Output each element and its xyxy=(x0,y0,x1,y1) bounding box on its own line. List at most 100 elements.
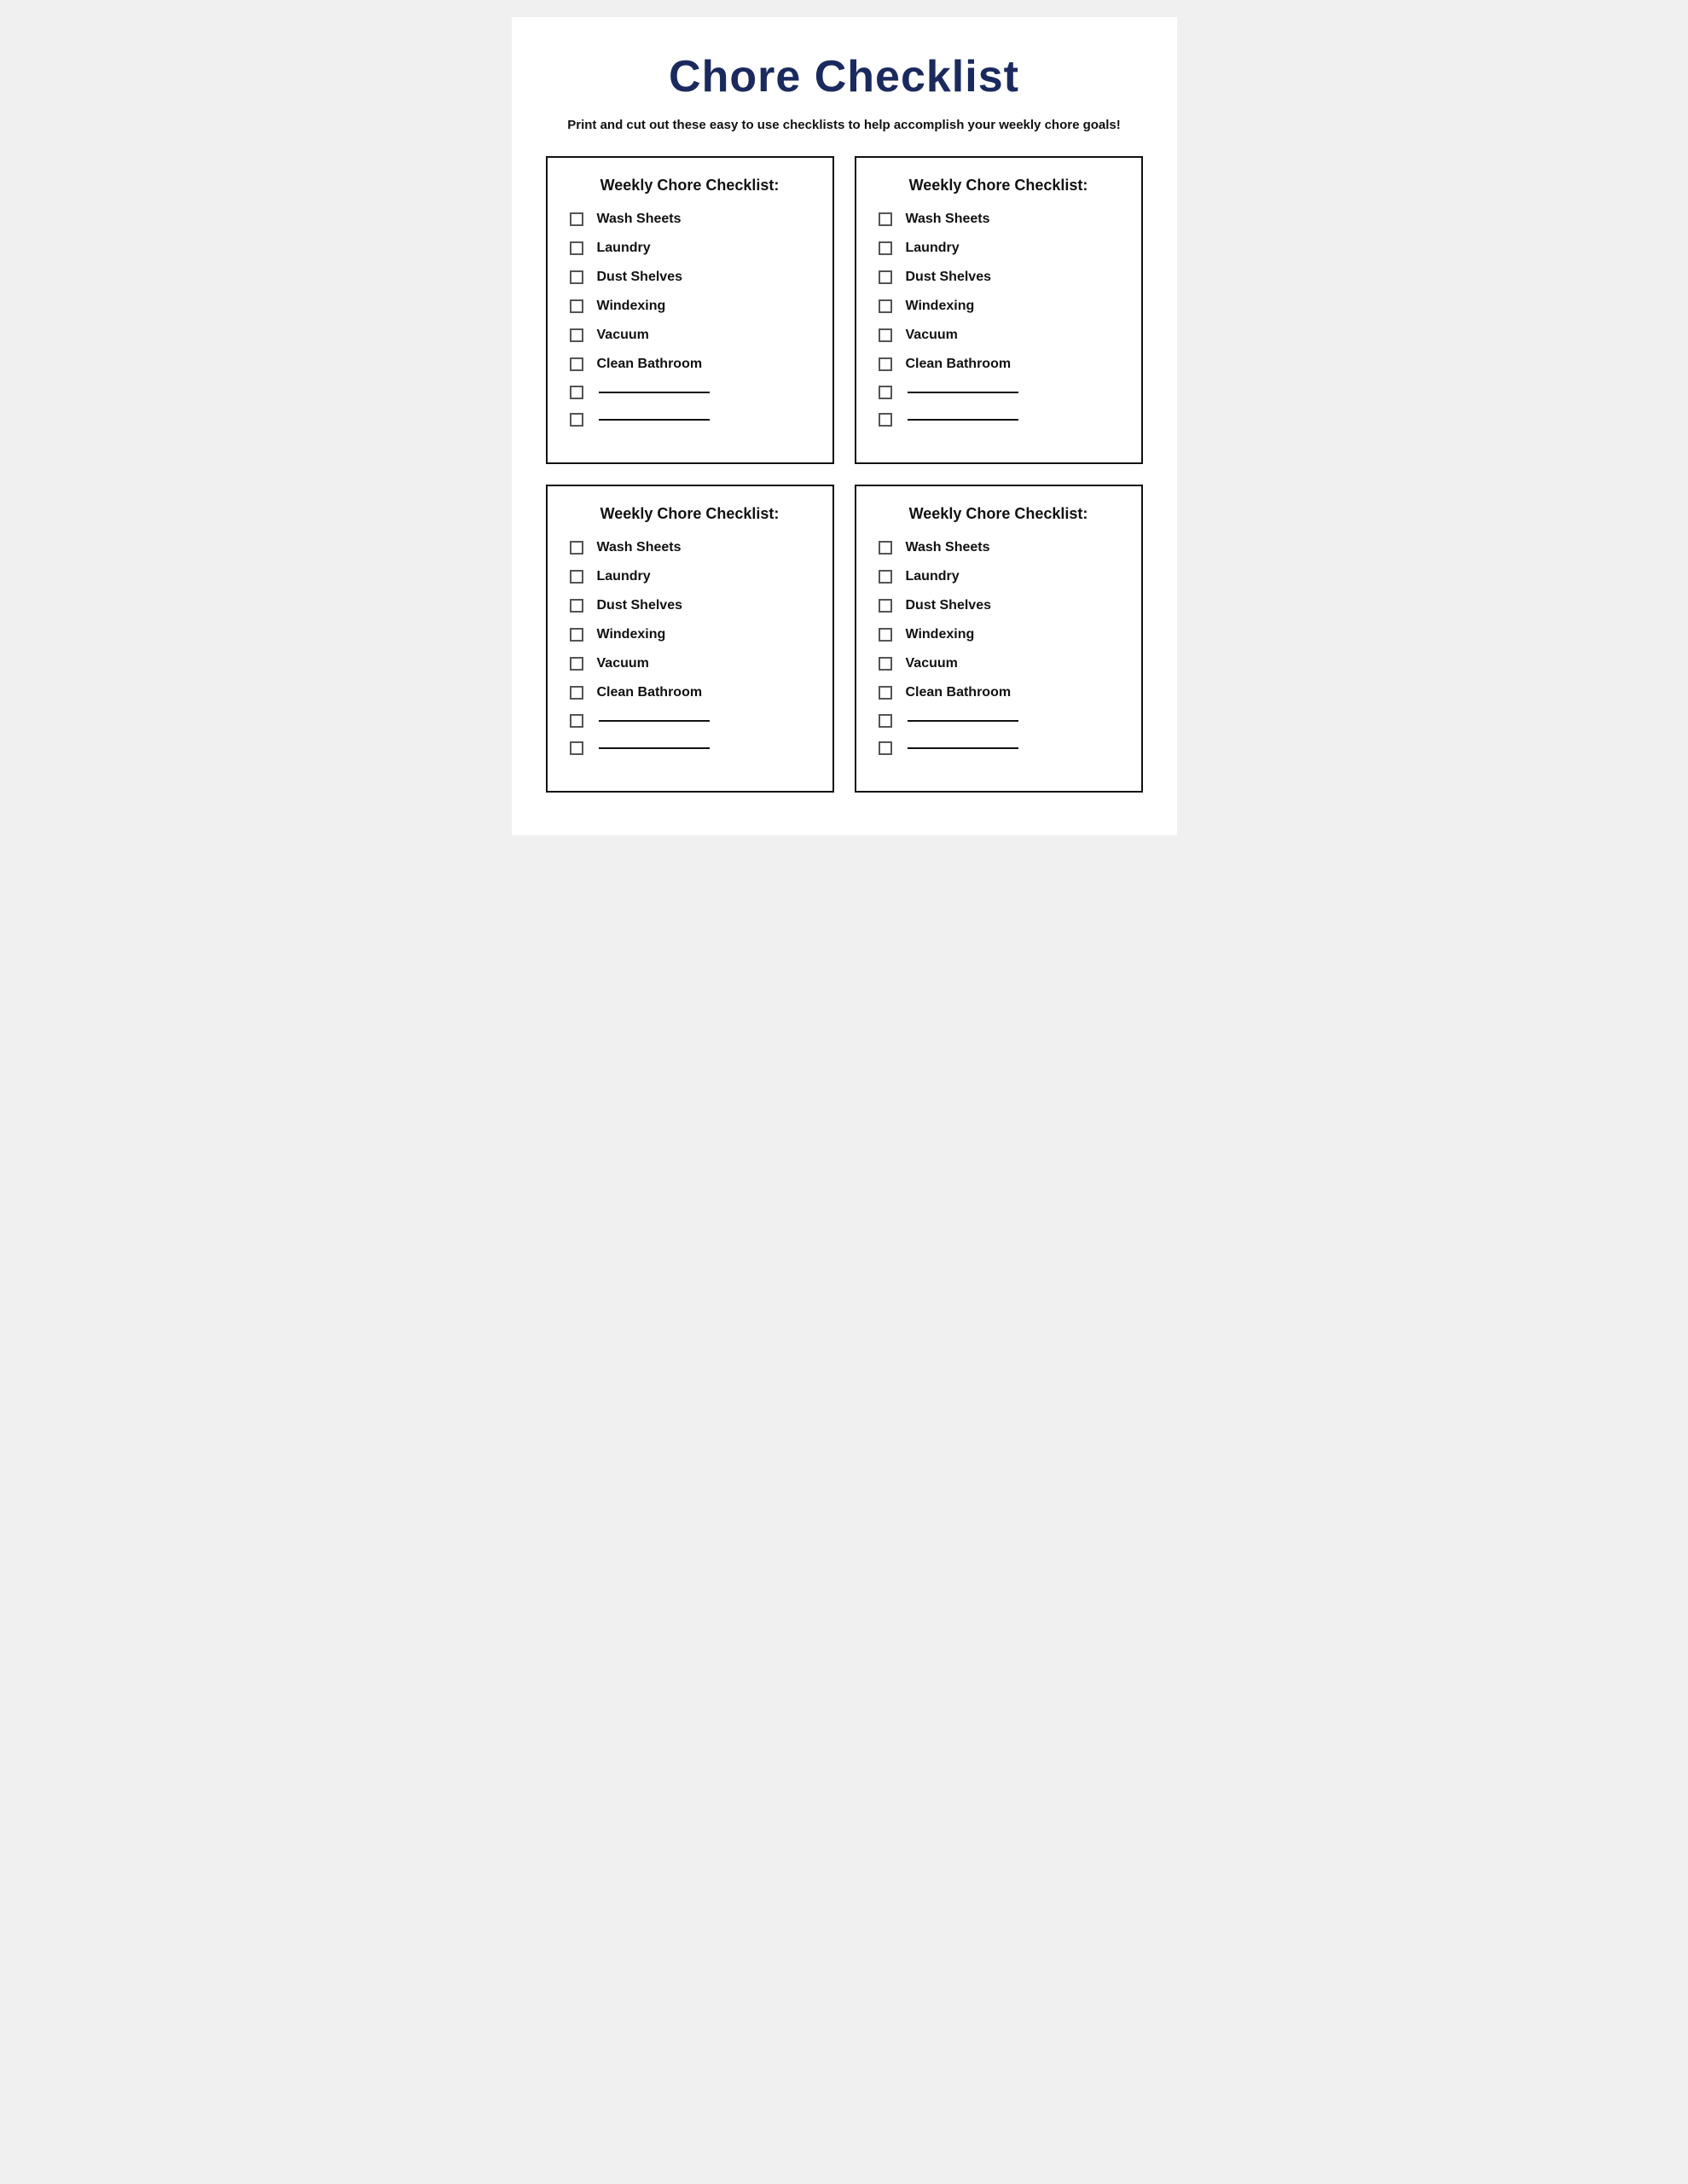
list-item[interactable]: Windexing xyxy=(570,627,810,642)
checkbox[interactable] xyxy=(570,599,583,613)
checkbox[interactable] xyxy=(570,270,583,284)
item-label: Vacuum xyxy=(597,656,649,671)
item-label: Wash Sheets xyxy=(597,540,682,555)
list-item[interactable]: Dust Shelves xyxy=(570,270,810,285)
list-item[interactable]: Dust Shelves xyxy=(879,598,1119,613)
checklist-card-4: Weekly Chore Checklist: Wash Sheets Laun… xyxy=(855,485,1143,793)
checkbox[interactable] xyxy=(570,386,583,399)
list-item[interactable]: Dust Shelves xyxy=(570,598,810,613)
blank-item[interactable] xyxy=(570,741,810,755)
checkbox[interactable] xyxy=(879,686,892,700)
list-item[interactable]: Vacuum xyxy=(879,328,1119,343)
checklist-title-1: Weekly Chore Checklist: xyxy=(570,177,810,195)
checkbox[interactable] xyxy=(570,413,583,427)
checklist-title-3: Weekly Chore Checklist: xyxy=(570,505,810,523)
blank-line xyxy=(599,720,710,722)
checkbox[interactable] xyxy=(570,241,583,255)
list-item[interactable]: Wash Sheets xyxy=(879,212,1119,227)
item-label: Laundry xyxy=(597,241,651,256)
item-label: Windexing xyxy=(906,299,975,314)
checkbox[interactable] xyxy=(570,741,583,755)
checkbox[interactable] xyxy=(879,657,892,671)
checklist-items-3: Wash Sheets Laundry Dust Shelves Windexi… xyxy=(570,540,810,755)
blank-item[interactable] xyxy=(570,386,810,399)
blank-line xyxy=(599,747,710,749)
list-item[interactable]: Windexing xyxy=(570,299,810,314)
list-item[interactable]: Clean Bathroom xyxy=(879,357,1119,372)
checkbox[interactable] xyxy=(570,714,583,728)
checklist-items-2: Wash Sheets Laundry Dust Shelves Windexi… xyxy=(879,212,1119,427)
list-item[interactable]: Clean Bathroom xyxy=(570,357,810,372)
checklist-card-3: Weekly Chore Checklist: Wash Sheets Laun… xyxy=(546,485,834,793)
list-item[interactable]: Windexing xyxy=(879,627,1119,642)
item-label: Wash Sheets xyxy=(597,212,682,227)
checklist-title-2: Weekly Chore Checklist: xyxy=(879,177,1119,195)
list-item[interactable]: Wash Sheets xyxy=(570,212,810,227)
checkbox[interactable] xyxy=(879,628,892,642)
item-label: Windexing xyxy=(597,299,666,314)
checkbox[interactable] xyxy=(879,299,892,313)
checkbox[interactable] xyxy=(879,241,892,255)
list-item[interactable]: Laundry xyxy=(570,241,810,256)
item-label: Laundry xyxy=(597,569,651,584)
checkbox[interactable] xyxy=(879,357,892,371)
checkbox[interactable] xyxy=(879,270,892,284)
item-label: Windexing xyxy=(597,627,666,642)
checkbox[interactable] xyxy=(570,570,583,584)
item-label: Windexing xyxy=(906,627,975,642)
checkbox[interactable] xyxy=(879,212,892,226)
subtitle: Print and cut out these easy to use chec… xyxy=(546,118,1143,132)
item-label: Vacuum xyxy=(906,328,958,343)
list-item[interactable]: Dust Shelves xyxy=(879,270,1119,285)
checkbox[interactable] xyxy=(570,541,583,555)
item-label: Wash Sheets xyxy=(906,540,990,555)
blank-line xyxy=(908,720,1018,722)
item-label: Dust Shelves xyxy=(906,598,991,613)
list-item[interactable]: Wash Sheets xyxy=(570,540,810,555)
checkbox[interactable] xyxy=(879,741,892,755)
list-item[interactable]: Clean Bathroom xyxy=(879,685,1119,700)
checklists-grid: Weekly Chore Checklist: Wash Sheets Laun… xyxy=(546,156,1143,793)
checkbox[interactable] xyxy=(879,714,892,728)
item-label: Dust Shelves xyxy=(597,598,682,613)
item-label: Vacuum xyxy=(906,656,958,671)
checkbox[interactable] xyxy=(570,328,583,342)
blank-item[interactable] xyxy=(879,741,1119,755)
checklist-card-2: Weekly Chore Checklist: Wash Sheets Laun… xyxy=(855,156,1143,464)
blank-line xyxy=(599,419,710,421)
blank-item[interactable] xyxy=(570,413,810,427)
blank-line xyxy=(908,747,1018,749)
checkbox[interactable] xyxy=(879,570,892,584)
list-item[interactable]: Vacuum xyxy=(879,656,1119,671)
checklist-card-1: Weekly Chore Checklist: Wash Sheets Laun… xyxy=(546,156,834,464)
checkbox[interactable] xyxy=(570,686,583,700)
checkbox[interactable] xyxy=(570,299,583,313)
list-item[interactable]: Clean Bathroom xyxy=(570,685,810,700)
checkbox[interactable] xyxy=(570,657,583,671)
checkbox[interactable] xyxy=(879,599,892,613)
list-item[interactable]: Laundry xyxy=(879,569,1119,584)
checklist-items-4: Wash Sheets Laundry Dust Shelves Windexi… xyxy=(879,540,1119,755)
blank-item[interactable] xyxy=(879,386,1119,399)
item-label: Clean Bathroom xyxy=(597,685,703,700)
blank-item[interactable] xyxy=(879,413,1119,427)
page: Chore Checklist Print and cut out these … xyxy=(512,17,1177,835)
list-item[interactable]: Vacuum xyxy=(570,656,810,671)
list-item[interactable]: Vacuum xyxy=(570,328,810,343)
list-item[interactable]: Wash Sheets xyxy=(879,540,1119,555)
blank-item[interactable] xyxy=(879,714,1119,728)
checkbox[interactable] xyxy=(570,628,583,642)
checklist-title-4: Weekly Chore Checklist: xyxy=(879,505,1119,523)
item-label: Laundry xyxy=(906,241,960,256)
blank-item[interactable] xyxy=(570,714,810,728)
list-item[interactable]: Laundry xyxy=(570,569,810,584)
list-item[interactable]: Laundry xyxy=(879,241,1119,256)
checkbox[interactable] xyxy=(570,212,583,226)
checkbox[interactable] xyxy=(879,386,892,399)
checkbox[interactable] xyxy=(879,541,892,555)
checkbox[interactable] xyxy=(570,357,583,371)
list-item[interactable]: Windexing xyxy=(879,299,1119,314)
checkbox[interactable] xyxy=(879,413,892,427)
checkbox[interactable] xyxy=(879,328,892,342)
checklist-items-1: Wash Sheets Laundry Dust Shelves Windexi… xyxy=(570,212,810,427)
